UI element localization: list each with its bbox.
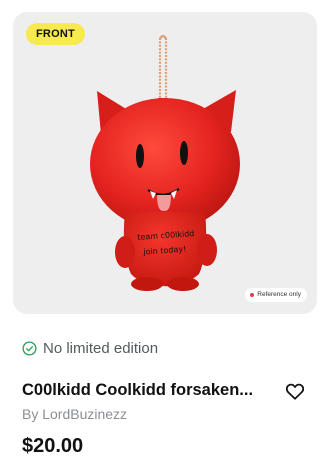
left-eye [136,144,144,168]
edition-row: No limited edition [22,339,158,357]
edition-label: No limited edition [43,339,159,357]
reference-dot-icon [250,293,255,297]
ball-chain [157,34,169,106]
right-foot [167,277,199,291]
left-arm [115,236,135,268]
left-foot [131,277,163,291]
heart-icon[interactable] [284,380,306,402]
product-title[interactable]: C00lkidd Coolkidd forsaken... [22,378,266,402]
price: $20.00 [22,435,84,457]
front-badge: FRONT [26,23,85,45]
reference-only-pill: Reference only [245,288,307,302]
title-row: C00lkidd Coolkidd forsaken... [22,378,312,402]
product-image: team c00lkidd join today! [90,34,240,291]
right-arm [197,234,217,266]
product-image-frame[interactable]: team c00lkidd join today! FRONT Referenc… [13,12,317,314]
check-circle-icon [22,340,37,356]
creator-name[interactable]: By LordBuzinezz [22,404,127,424]
reference-only-label: Reference only [257,291,301,298]
product-card[interactable]: team c00lkidd join today! FRONT Referenc… [0,0,330,467]
right-eye [180,141,188,165]
